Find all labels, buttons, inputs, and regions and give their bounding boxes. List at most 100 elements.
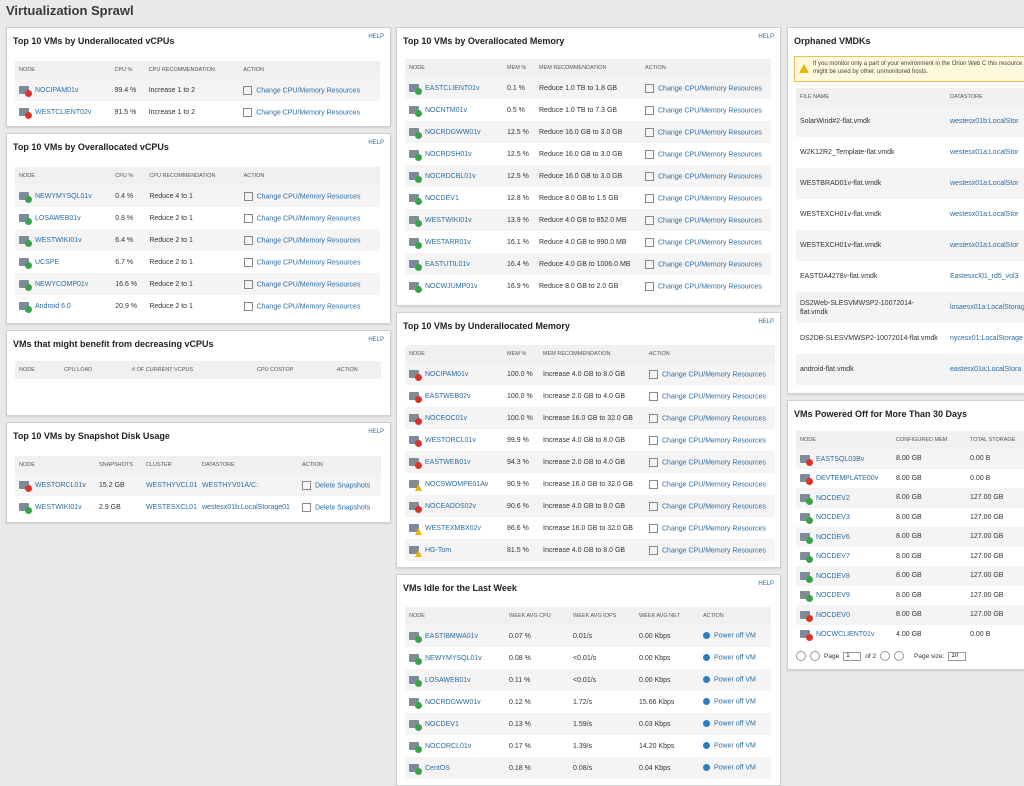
node-link[interactable]: NOCDEV2 <box>816 495 850 502</box>
change-resources-link[interactable]: Change CPU/Memory Resources <box>658 239 762 246</box>
ds-link[interactable]: westesx01a:LocalStor <box>950 149 1018 156</box>
power-off-link[interactable]: Power off VM <box>714 721 756 728</box>
power-off-link[interactable]: Power off VM <box>714 765 756 772</box>
change-resources-link[interactable]: Change CPU/Memory Resources <box>658 261 762 268</box>
column-header[interactable]: CPU COSTOP <box>253 361 333 379</box>
node-link[interactable]: NOCWJUMP01v <box>425 283 478 290</box>
node-link[interactable]: NOCEADDS02v <box>425 503 476 510</box>
node-link[interactable]: NOCORCL01v <box>425 743 471 750</box>
column-header[interactable]: SNAPSHOTS <box>95 456 142 474</box>
change-resources-link[interactable]: Change CPU/Memory Resources <box>257 237 361 244</box>
node-link[interactable]: WESTORCL01v <box>35 482 86 489</box>
power-off-link[interactable]: Power off VM <box>714 743 756 750</box>
change-resources-link[interactable]: Change CPU/Memory Resources <box>658 151 762 158</box>
ds-link[interactable]: westesx01b:LocalStor <box>950 118 1018 125</box>
node-link[interactable]: LOSAWEB01v <box>35 215 81 222</box>
column-header[interactable]: ACTION <box>239 61 380 79</box>
node-link[interactable]: WESTWIKI01v <box>35 504 82 511</box>
column-header[interactable]: NODE <box>15 456 95 474</box>
change-resources-link[interactable]: Change CPU/Memory Resources <box>658 173 762 180</box>
column-header[interactable]: WEEK AVG NET <box>635 607 699 625</box>
column-header[interactable]: NODE <box>405 345 503 363</box>
help-link[interactable]: HELP <box>758 581 774 587</box>
change-resources-link[interactable]: Change CPU/Memory Resources <box>658 217 762 224</box>
change-resources-link[interactable]: Change CPU/Memory Resources <box>662 415 766 422</box>
column-header[interactable]: CPU LOAD <box>60 361 128 379</box>
column-header[interactable]: NODE <box>405 59 503 77</box>
power-off-link[interactable]: Power off VM <box>714 633 756 640</box>
ds-link[interactable]: westesx01a:LocalStor <box>950 242 1018 249</box>
column-header[interactable]: CPU RECOMMENDATION <box>145 167 240 185</box>
node-link[interactable]: WESTWIKI01v <box>425 217 472 224</box>
node-link[interactable]: NOCNTM01v <box>425 107 467 114</box>
node-link[interactable]: NOCDEV7 <box>816 553 850 560</box>
node-link[interactable]: LOSAWEB01v <box>425 677 471 684</box>
column-header[interactable]: CPU % <box>111 167 146 185</box>
column-header[interactable]: TOTAL STORAGE <box>966 431 1024 449</box>
node-link[interactable]: WESTARR01v <box>425 239 471 246</box>
datastore-link[interactable]: WESTHYV01A/C: <box>202 482 258 489</box>
change-resources-link[interactable]: Change CPU/Memory Resources <box>658 107 762 114</box>
node-link[interactable]: NOCDEV1 <box>425 195 459 202</box>
node-link[interactable]: WESTWIKI01v <box>35 237 82 244</box>
column-header[interactable]: ACTION <box>333 361 381 379</box>
change-resources-link[interactable]: Change CPU/Memory Resources <box>662 459 766 466</box>
column-header[interactable]: ACTION <box>699 607 771 625</box>
node-link[interactable]: EASTWEB01v <box>425 459 471 466</box>
node-link[interactable]: EASTCLIENT01v <box>425 85 479 92</box>
help-link[interactable]: HELP <box>368 140 384 146</box>
node-link[interactable]: NOCIPAM01v <box>35 87 78 94</box>
help-link[interactable]: HELP <box>368 429 384 435</box>
datastore-link[interactable]: westesx01b:LocalStorage01 <box>202 504 290 511</box>
change-resources-link[interactable]: Change CPU/Memory Resources <box>658 85 762 92</box>
column-header[interactable]: NODE <box>15 361 60 379</box>
node-link[interactable]: NOCRDCBL01v <box>425 173 476 180</box>
node-link[interactable]: NOCEOC01v <box>425 415 467 422</box>
help-link[interactable]: HELP <box>368 34 384 40</box>
column-header[interactable]: ACTION <box>239 167 380 185</box>
power-off-link[interactable]: Power off VM <box>714 699 756 706</box>
change-resources-link[interactable]: Change CPU/Memory Resources <box>257 193 361 200</box>
change-resources-link[interactable]: Change CPU/Memory Resources <box>256 109 360 116</box>
node-link[interactable]: EASTSQL03Bv <box>816 456 864 463</box>
ds-link[interactable]: losaesx01a:LocalStorag <box>950 304 1024 311</box>
node-link[interactable]: EASTWEB02v <box>425 393 471 400</box>
change-resources-link[interactable]: Change CPU/Memory Resources <box>658 195 762 202</box>
column-header[interactable]: DATASTORE <box>946 88 1024 106</box>
help-link[interactable]: HELP <box>758 34 774 40</box>
column-header[interactable]: # OF CURRENT VCPUS <box>128 361 253 379</box>
node-link[interactable]: NOCDEV8 <box>816 573 850 580</box>
column-header[interactable]: ACTION <box>641 59 771 77</box>
node-link[interactable]: EASTIBMWA01v <box>425 633 478 640</box>
page-size-input[interactable] <box>948 651 967 661</box>
page-number-input[interactable] <box>843 651 862 661</box>
power-off-link[interactable]: Power off VM <box>714 677 756 684</box>
ds-link[interactable]: Eastesxcl01_rd5_vol3 <box>950 273 1019 280</box>
column-header[interactable]: MEM RECOMMENDATION <box>539 345 645 363</box>
node-link[interactable]: NEWYCOMP01v <box>35 281 88 288</box>
delete-snapshots-link[interactable]: Delete Snapshots <box>315 504 370 511</box>
last-page-icon[interactable] <box>894 651 905 661</box>
cluster-link[interactable]: WESTESXCL01 <box>146 504 197 511</box>
change-resources-link[interactable]: Change CPU/Memory Resources <box>662 481 766 488</box>
node-link[interactable]: WESTCLIENT02v <box>35 109 91 116</box>
column-header[interactable]: CONFIGURED MEM <box>892 431 966 449</box>
change-resources-link[interactable]: Change CPU/Memory Resources <box>662 371 766 378</box>
change-resources-link[interactable]: Change CPU/Memory Resources <box>662 437 766 444</box>
node-link[interactable]: NOCDEV1 <box>425 721 459 728</box>
node-link[interactable]: NOCDEV9 <box>816 592 850 599</box>
column-header[interactable]: DATASTORE <box>198 456 298 474</box>
cluster-link[interactable]: WESTHYVCL01 <box>146 482 197 489</box>
node-link[interactable]: CentOS <box>425 765 450 772</box>
node-link[interactable]: NOCDEV6 <box>816 534 850 541</box>
node-link[interactable]: HG-Tom <box>425 547 451 554</box>
prev-page-icon[interactable] <box>810 651 820 661</box>
first-page-icon[interactable] <box>796 651 806 661</box>
change-resources-link[interactable]: Change CPU/Memory Resources <box>662 525 766 532</box>
column-header[interactable]: ACTION <box>645 345 775 363</box>
power-off-link[interactable]: Power off VM <box>714 655 756 662</box>
column-header[interactable]: MEM % <box>503 59 535 77</box>
node-link[interactable]: Android 6.0 <box>35 303 71 310</box>
change-resources-link[interactable]: Change CPU/Memory Resources <box>662 393 766 400</box>
ds-link[interactable]: eastesx01a:LocalStora <box>950 366 1021 373</box>
